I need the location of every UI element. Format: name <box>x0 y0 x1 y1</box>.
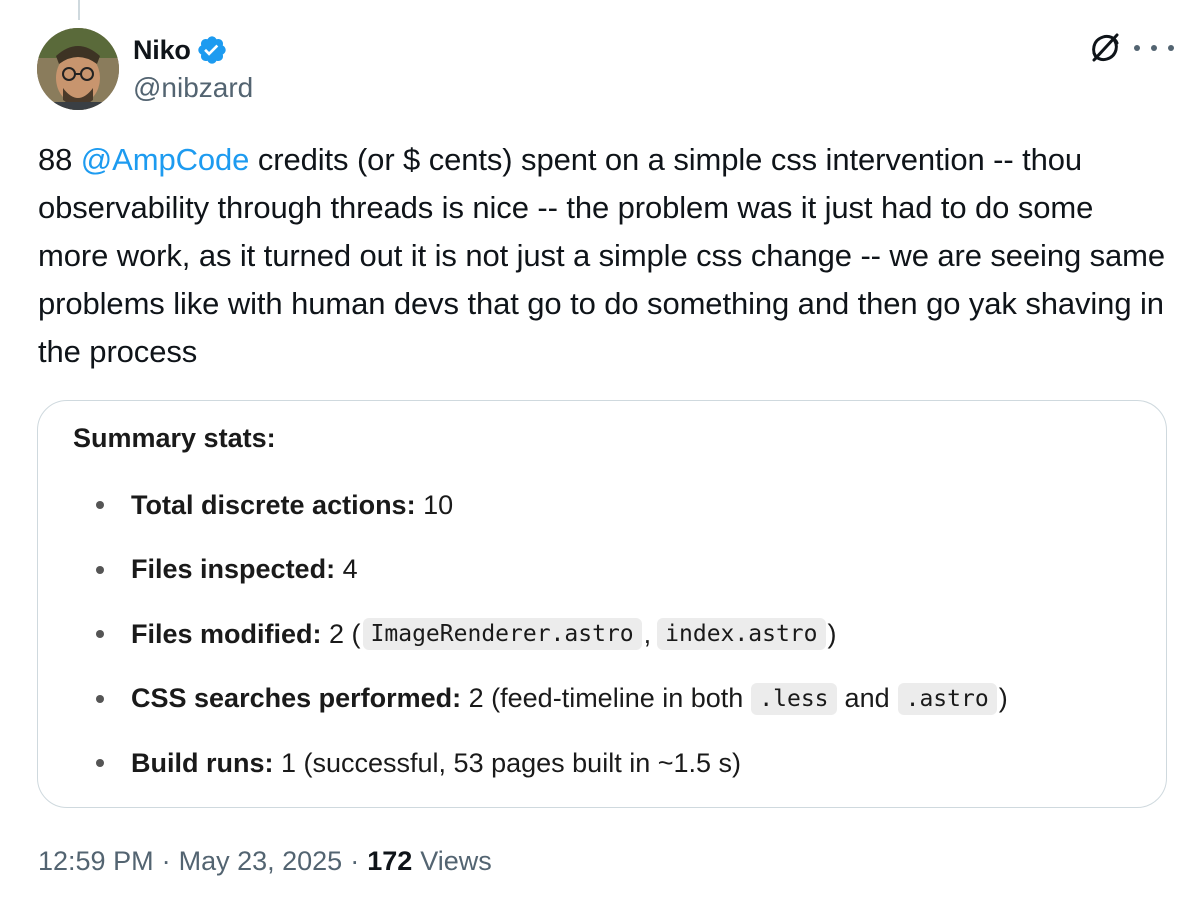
stat-label: CSS searches performed: <box>131 683 462 714</box>
grok-icon[interactable] <box>1087 30 1123 66</box>
bullet-icon <box>96 565 104 574</box>
stat-label: Build runs: <box>131 747 274 778</box>
meta-separator: · <box>350 846 360 876</box>
bullet-icon <box>96 694 104 703</box>
stat-item-files-inspected: Files inspected: 4 <box>96 538 1008 603</box>
thread-connector-line <box>78 0 80 20</box>
stat-value-suffix: ) <box>998 683 1008 714</box>
views-count[interactable]: 172 <box>367 846 412 877</box>
tweet-meta: 12:59 PM · May 23, 2025 · 172 Views <box>38 846 492 877</box>
card-title: Summary stats: <box>73 423 276 453</box>
tweet-time[interactable]: 12:59 PM <box>38 846 154 877</box>
tweet-text-prefix: 88 <box>38 142 81 177</box>
stat-item-total-actions: Total discrete actions: 10 <box>96 473 1008 538</box>
verified-badge-icon[interactable] <box>196 34 228 66</box>
code-extension: .less <box>751 682 837 715</box>
avatar-image <box>37 28 119 110</box>
tweet-text: 88 @AmpCode credits (or $ cents) spent o… <box>38 136 1168 376</box>
stat-value: 4 <box>335 554 358 585</box>
separator-text: and <box>844 683 890 714</box>
stat-value: 10 <box>415 489 454 520</box>
stat-value-suffix: ) <box>827 618 837 649</box>
more-dot <box>1134 45 1140 51</box>
separator-text: , <box>643 618 652 649</box>
code-extension: .astro <box>897 682 997 715</box>
summary-card[interactable]: Summary stats: Total discrete actions: 1… <box>37 400 1167 808</box>
stat-label: Files inspected: <box>131 554 336 585</box>
bullet-icon <box>96 630 104 639</box>
avatar[interactable] <box>37 28 119 110</box>
author-names: Niko @nibzard <box>133 32 253 104</box>
author-display-name[interactable]: Niko <box>133 35 191 66</box>
code-filename: ImageRenderer.astro <box>362 618 642 651</box>
stat-list: Total discrete actions: 10 Files inspect… <box>96 473 1008 796</box>
name-row: Niko <box>133 32 253 68</box>
tweet-header: Niko @nibzard <box>37 28 1200 112</box>
meta-separator: · <box>161 846 171 876</box>
stat-item-build-runs: Build runs: 1 (successful, 53 pages buil… <box>96 731 1008 796</box>
bullet-icon <box>96 759 104 768</box>
stat-value: 2 (feed-timeline in both <box>461 683 744 714</box>
more-dot <box>1168 45 1174 51</box>
tweet-date[interactable]: May 23, 2025 <box>179 846 343 877</box>
stat-label: Files modified: <box>131 618 322 649</box>
views-label[interactable]: Views <box>420 846 492 877</box>
author-handle[interactable]: @nibzard <box>133 72 253 104</box>
stat-item-css-searches: CSS searches performed: 2 (feed-timeline… <box>96 667 1008 732</box>
code-filename: index.astro <box>657 618 826 651</box>
mention-link[interactable]: @AmpCode <box>81 142 250 177</box>
stat-item-files-modified: Files modified: 2 ( ImageRenderer.astro,… <box>96 602 1008 667</box>
stat-label: Total discrete actions: <box>131 489 416 520</box>
stat-value: 2 ( <box>321 618 361 649</box>
more-dot <box>1151 45 1157 51</box>
more-icon[interactable] <box>1134 36 1174 60</box>
stat-value: 1 (successful, 53 pages built in ~1.5 s) <box>273 747 742 778</box>
bullet-icon <box>96 501 104 510</box>
